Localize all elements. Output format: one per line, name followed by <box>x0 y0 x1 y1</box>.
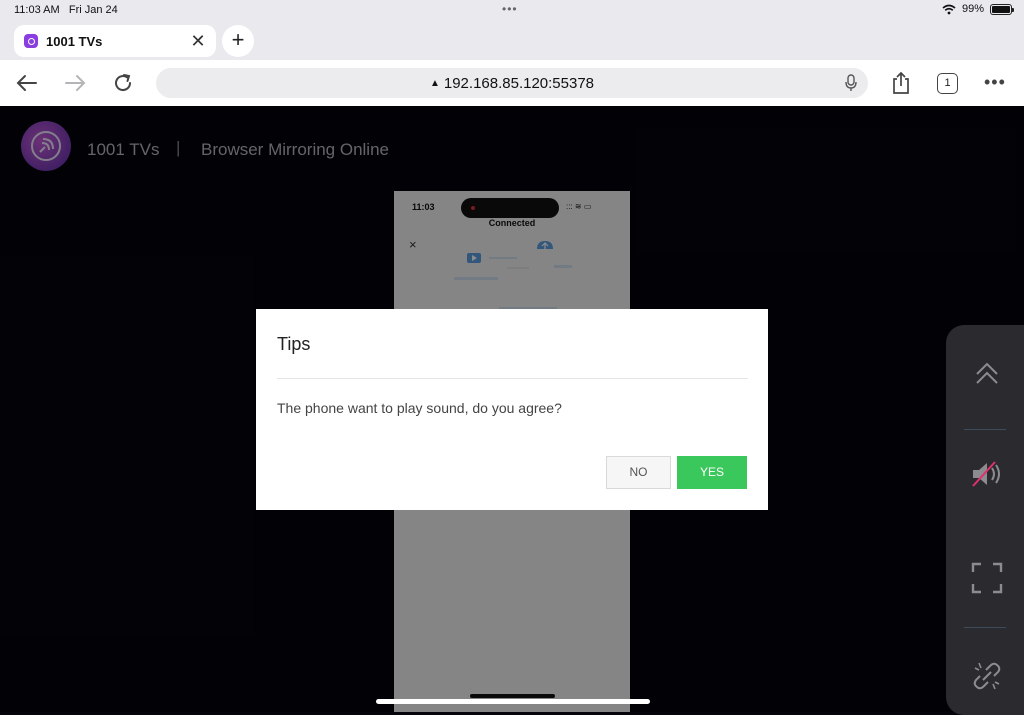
speaker-muted-icon <box>972 461 1000 487</box>
fullscreen-icon <box>971 562 1003 594</box>
chevron-up-icon <box>976 362 998 384</box>
disconnect-button[interactable] <box>966 655 1008 697</box>
reload-button[interactable] <box>109 69 137 97</box>
panel-divider <box>964 627 1006 628</box>
share-button[interactable] <box>887 69 915 97</box>
wifi-icon <box>942 4 956 14</box>
reload-icon <box>115 74 132 92</box>
no-button[interactable]: NO <box>606 456 671 489</box>
status-right: 99% <box>942 3 1014 15</box>
arrow-right-icon <box>65 75 86 91</box>
sound-toggle-button[interactable] <box>966 453 1008 495</box>
dialog-message: The phone want to play sound, do you agr… <box>277 400 562 416</box>
microphone-icon[interactable] <box>844 74 858 92</box>
battery-icon <box>990 3 1014 15</box>
collapse-button[interactable] <box>966 352 1008 394</box>
yes-button[interactable]: YES <box>677 456 747 489</box>
arrow-left-icon <box>16 75 37 91</box>
forward-button[interactable] <box>61 69 89 97</box>
unlink-icon <box>973 662 1001 690</box>
system-status-bar: 11:03 AM Fri Jan 24 ••• 99% <box>0 0 1024 22</box>
browser-tab[interactable]: 1001 TVs ✕ <box>14 25 216 57</box>
panel-divider <box>964 429 1006 430</box>
share-icon <box>893 71 909 94</box>
back-button[interactable] <box>13 69 41 97</box>
tab-strip: 1001 TVs ✕ + <box>0 22 1024 60</box>
url-text: 192.168.85.120:55378 <box>443 74 595 92</box>
browser-toolbar: ▲ 192.168.85.120:55378 1 ••• <box>0 60 1024 106</box>
new-tab-button[interactable]: + <box>222 25 254 57</box>
fullscreen-button[interactable] <box>966 557 1008 599</box>
home-indicator <box>376 699 650 704</box>
dialog-divider <box>277 378 748 379</box>
close-icon[interactable]: ✕ <box>188 31 208 52</box>
battery-percent: 99% <box>961 3 984 15</box>
page-content: 1001 TVs | Browser Mirroring Online 11:0… <box>0 106 1024 715</box>
mirror-controls-panel <box>946 325 1024 715</box>
warning-icon: ▲ <box>429 77 440 89</box>
status-time: 11:03 AM Fri Jan 24 <box>14 4 118 16</box>
tips-dialog: Tips The phone want to play sound, do yo… <box>256 309 768 510</box>
address-bar[interactable]: ▲ 192.168.85.120:55378 <box>156 68 868 98</box>
dialog-title: Tips <box>277 334 311 354</box>
tab-overview-button[interactable]: 1 <box>937 73 958 94</box>
plus-icon: + <box>231 27 245 52</box>
site-favicon-icon <box>24 34 38 48</box>
tab-title: 1001 TVs <box>46 33 103 49</box>
multitask-dots-icon[interactable]: ••• <box>502 2 518 16</box>
more-options-icon[interactable]: ••• <box>984 72 1006 93</box>
